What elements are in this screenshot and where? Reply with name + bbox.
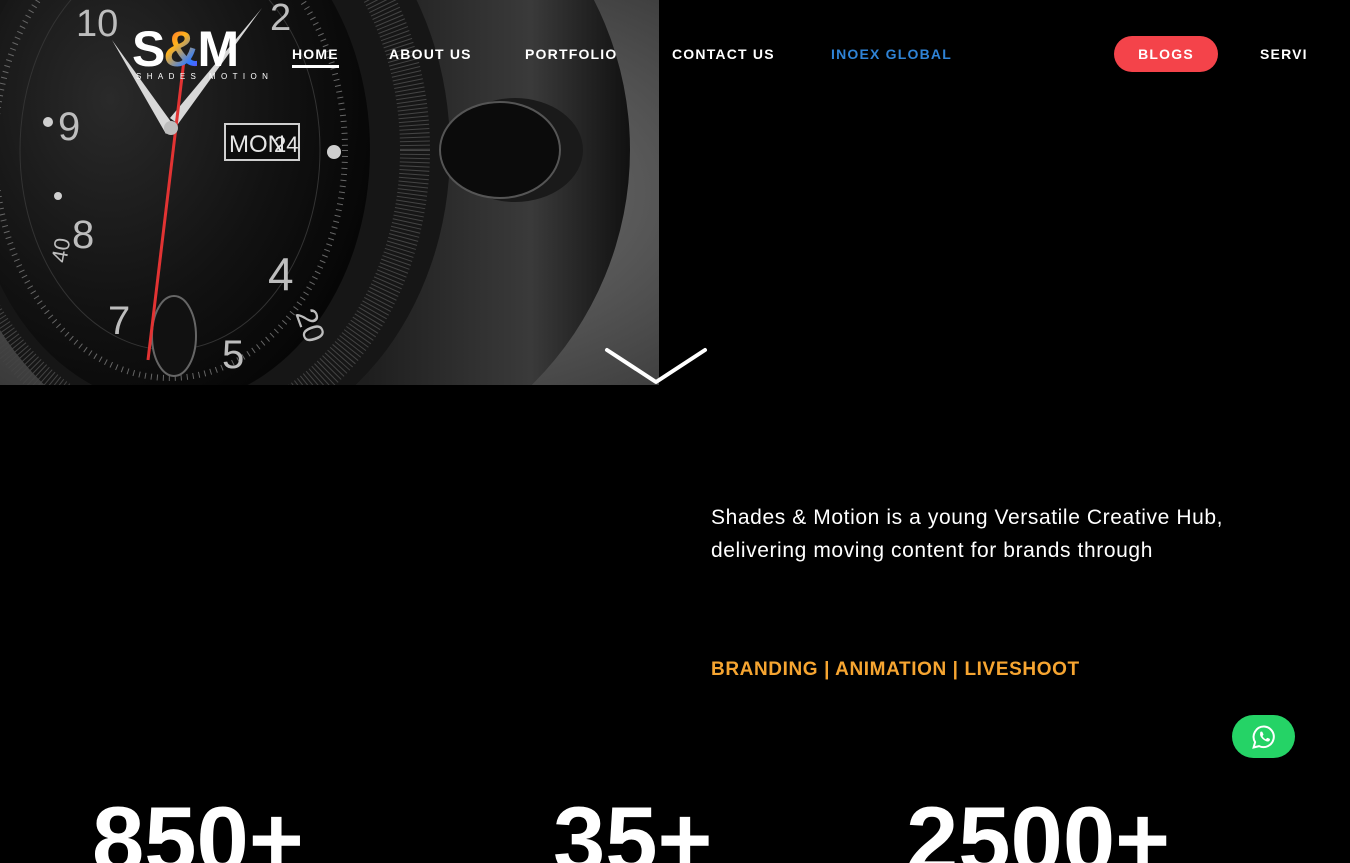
nav-contact-us[interactable]: CONTACT US bbox=[672, 46, 775, 62]
dial-numeral: 10 bbox=[76, 3, 118, 45]
stat-value: 850+ bbox=[92, 787, 304, 863]
nav-blogs-button[interactable]: BLOGS bbox=[1114, 36, 1218, 72]
nav-home[interactable]: HOME bbox=[292, 46, 339, 68]
dial-numeral: 8 bbox=[72, 213, 94, 257]
intro-line-1: Shades & Motion is a young Versatile Cre… bbox=[711, 506, 1224, 529]
nav-inoex-global[interactable]: INOEX GLOBAL bbox=[831, 46, 952, 62]
whatsapp-icon bbox=[1251, 724, 1275, 749]
intro-text: Shades & Motion is a young Versatile Cre… bbox=[711, 502, 1231, 567]
whatsapp-button[interactable] bbox=[1232, 715, 1295, 758]
logo-letter-s: S bbox=[132, 21, 165, 77]
intro-line-2: delivering moving content for brands thr… bbox=[711, 538, 1153, 562]
logo-mark: S&M bbox=[132, 21, 239, 77]
nav-portfolio[interactable]: PORTFOLIO bbox=[525, 46, 617, 62]
dial-numeral: 7 bbox=[108, 299, 130, 343]
logo-tagline: SHADES MOTION bbox=[136, 72, 274, 81]
services-tagline: BRANDING | ANIMATION | LIVESHOOT bbox=[711, 659, 1080, 680]
dial-numeral: 5 bbox=[222, 333, 244, 377]
brand-logo[interactable]: S&M SHADES MOTION bbox=[132, 22, 282, 84]
logo-ampersand: & bbox=[163, 21, 199, 77]
nav-services[interactable]: SERVI bbox=[1260, 46, 1308, 62]
stat-value: 35+ bbox=[553, 787, 713, 863]
dial-numeral: 4 bbox=[268, 248, 294, 300]
dial-numeral: 40 bbox=[46, 236, 75, 264]
stat-value: 2500+ bbox=[906, 787, 1171, 863]
chevron-down-icon bbox=[605, 348, 707, 384]
dial-numeral: 9 bbox=[58, 105, 80, 149]
logo-letter-m: M bbox=[197, 21, 239, 77]
nav-about-us[interactable]: ABOUT US bbox=[389, 46, 472, 62]
scroll-down-button[interactable] bbox=[604, 346, 708, 388]
watch-date-number: 24 bbox=[274, 132, 298, 157]
